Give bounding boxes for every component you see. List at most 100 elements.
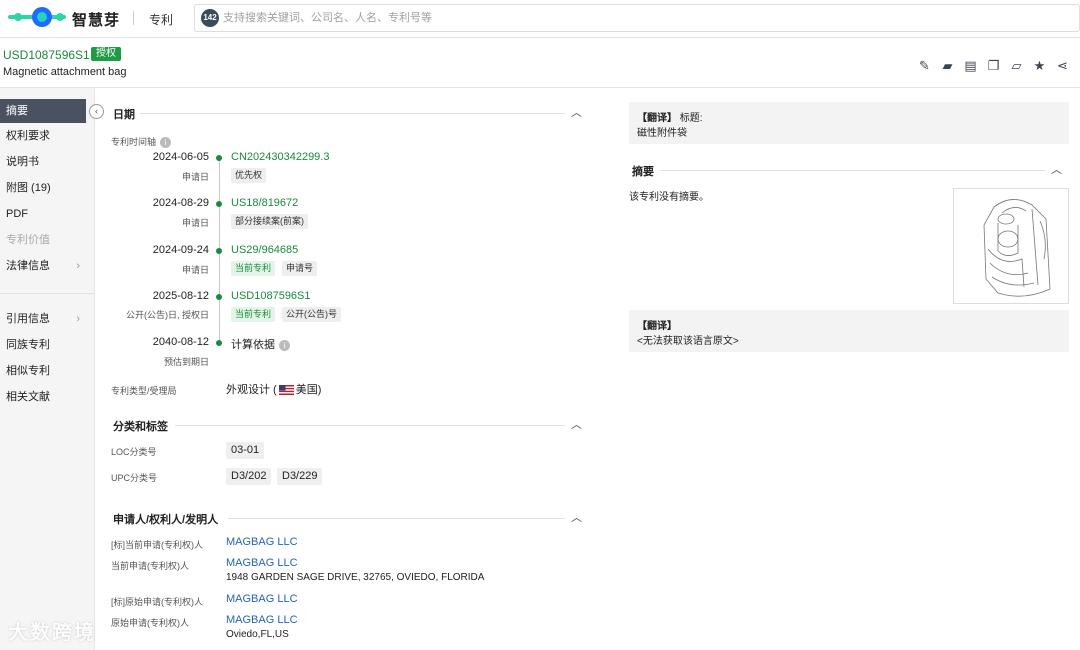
sidebar-item-description[interactable]: 说明书	[0, 150, 86, 174]
sidebar-item-label: 权利要求	[6, 130, 50, 142]
timeline-sub-label: 申请日	[181, 265, 209, 275]
translate-message: <无法获取该语言原文>	[637, 336, 739, 347]
search-input[interactable]	[223, 7, 1073, 29]
party-label: 当前申请(专利权)人	[111, 561, 189, 571]
sidebar-item-label: 摘要	[6, 105, 28, 117]
upc-label: UPC分类号	[111, 473, 158, 483]
search-box[interactable]: 142	[194, 4, 1080, 32]
calc-basis: 计算依据 i	[231, 336, 290, 352]
timeline-dot	[216, 294, 222, 300]
party-label: 原始申请(专利权)人	[111, 618, 189, 628]
top-bar: 智慧芽 专利 142	[0, 0, 1080, 38]
timeline-sub-label: 预估到期日	[163, 357, 209, 367]
info-icon[interactable]: i	[279, 339, 290, 351]
collapse-abstract-icon[interactable]: ︿	[1051, 161, 1062, 177]
party-label: [标]原始申请(专利权)人	[111, 597, 203, 607]
timeline-sub-label: 申请日	[181, 218, 209, 228]
brand-name: 智慧芽	[72, 12, 121, 29]
collapse-classification-icon[interactable]: ︿	[571, 416, 582, 432]
timeline-date: 2024-08-29	[152, 197, 209, 209]
divider	[228, 518, 565, 519]
party-address: Oviedo,FL,US	[226, 629, 289, 640]
sidebar-item-similar[interactable]: 相似专利	[0, 359, 86, 383]
section-title-dates: 日期	[113, 109, 135, 121]
collapse-parties-icon[interactable]: ︿	[571, 509, 582, 525]
translate-tag: 【翻译】	[637, 321, 677, 332]
translate-tag: 【翻译】	[637, 113, 677, 124]
sidebar-item-abstract[interactable]: 摘要	[0, 99, 86, 123]
timeline-number-link[interactable]: USD1087596S1	[231, 290, 311, 302]
timeline-date: 2024-09-24	[152, 244, 209, 256]
title-cn: 磁性附件袋	[637, 128, 687, 139]
divider	[133, 11, 134, 25]
divider	[660, 170, 1045, 171]
title-translation-panel: 【翻译】 标题: 磁性附件袋	[629, 102, 1069, 144]
timeline-dot	[216, 340, 222, 346]
sidebar-item-related-docs[interactable]: 相关文献	[0, 385, 86, 409]
divider	[0, 293, 95, 294]
timeline-number-link[interactable]: US29/964685	[231, 244, 298, 256]
party-address: 1948 GARDEN SAGE DRIVE, 32765, OVIEDO, F…	[226, 572, 485, 583]
sidebar-item-pdf[interactable]: PDF	[0, 202, 86, 226]
abstract-text: 该专利没有摘要。	[629, 192, 709, 203]
upc-chip[interactable]: D3/202	[226, 468, 272, 485]
timeline-tag: 优先权	[231, 168, 267, 183]
timeline-dot	[216, 155, 222, 161]
timeline-date: 2024-06-05	[152, 151, 209, 163]
action-toolbar: ✎ ▰ ▤ ❐ ▱ ★ ⋖	[917, 58, 1070, 74]
timeline-tag-current: 当前专利	[231, 261, 276, 276]
party-label: [标]当前申请(专利权)人	[111, 540, 203, 550]
loc-chip[interactable]: 03-01	[226, 442, 265, 459]
timeline-number-link[interactable]: CN202430342299.3	[231, 151, 329, 163]
sidebar-item-citations[interactable]: 引用信息 ›	[0, 307, 86, 331]
drawing-thumbnail[interactable]	[953, 188, 1069, 304]
sidebar: 摘要 权利要求 说明书 附图 (19) PDF 专利价值 法律信息 › 引用信息 ›…	[0, 88, 95, 650]
timeline-date: 2040-08-12	[152, 336, 209, 348]
sidebar-item-claims[interactable]: 权利要求	[0, 124, 86, 148]
timeline-tag: 部分接续案(前案)	[231, 214, 308, 229]
timeline-date: 2025-08-12	[152, 290, 209, 302]
sidebar-item-label: 专利价值	[6, 234, 50, 246]
sidebar-item-label: 引用信息	[6, 313, 50, 325]
party-name-link[interactable]: MAGBAG LLC	[226, 614, 298, 626]
timeline-tag: 申请号	[282, 261, 318, 276]
sidebar-item-drawings[interactable]: 附图 (19)	[0, 176, 86, 200]
chevron-right-icon: ›	[76, 313, 80, 325]
party-name-link[interactable]: MAGBAG LLC	[226, 536, 298, 548]
party-name-link[interactable]: MAGBAG LLC	[226, 593, 298, 605]
sidebar-item-label: 附图 (19)	[6, 182, 51, 194]
party-name-link[interactable]: MAGBAG LLC	[226, 557, 298, 569]
section-title-parties: 申请人/权利人/发明人	[113, 514, 219, 526]
product-switch[interactable]: 专利	[149, 11, 173, 28]
sidebar-item-label: 说明书	[6, 156, 39, 168]
sidebar-item-patent-value: 专利价值	[0, 228, 86, 252]
timeline-label: 专利时间轴 i	[111, 135, 172, 149]
search-count-badge: 142	[201, 9, 219, 27]
timeline-number-link[interactable]: US18/819672	[231, 197, 298, 209]
patsnap-logo[interactable]	[8, 6, 66, 28]
sidebar-item-legal[interactable]: 法律信息 ›	[0, 254, 86, 278]
upc-chip[interactable]: D3/229	[277, 468, 323, 485]
type-label: 专利类型/受理局	[111, 386, 177, 396]
timeline-dot	[216, 201, 222, 207]
collapse-dates-icon[interactable]: ︿	[571, 104, 582, 120]
folder-icon[interactable]: ▰	[940, 58, 955, 73]
section-title-classification: 分类和标签	[113, 421, 168, 433]
sidebar-item-family[interactable]: 同族专利	[0, 333, 86, 357]
title-label: 标题:	[679, 113, 703, 124]
loc-label: LOC分类号	[111, 447, 157, 457]
info-icon[interactable]: i	[160, 137, 172, 149]
star-icon[interactable]: ★	[1032, 58, 1047, 73]
bag-drawing-image	[983, 199, 1051, 297]
timeline-sub-label: 公开(公告)日, 授权日	[126, 310, 209, 320]
abstract-translation-panel: 【翻译】 <无法获取该语言原文>	[629, 310, 1069, 352]
sidebar-item-label: 相关文献	[6, 391, 50, 403]
share-folder-icon[interactable]: ▱	[1009, 58, 1024, 73]
collapse-sidebar-button[interactable]: ‹	[89, 104, 104, 119]
copy-icon[interactable]: ❐	[986, 58, 1001, 73]
divider	[140, 113, 565, 114]
edit-doc-icon[interactable]: ✎	[917, 58, 932, 73]
sidebar-item-label: PDF	[6, 208, 28, 220]
share-icon[interactable]: ⋖	[1055, 58, 1070, 73]
pdf-icon[interactable]: ▤	[963, 58, 978, 73]
